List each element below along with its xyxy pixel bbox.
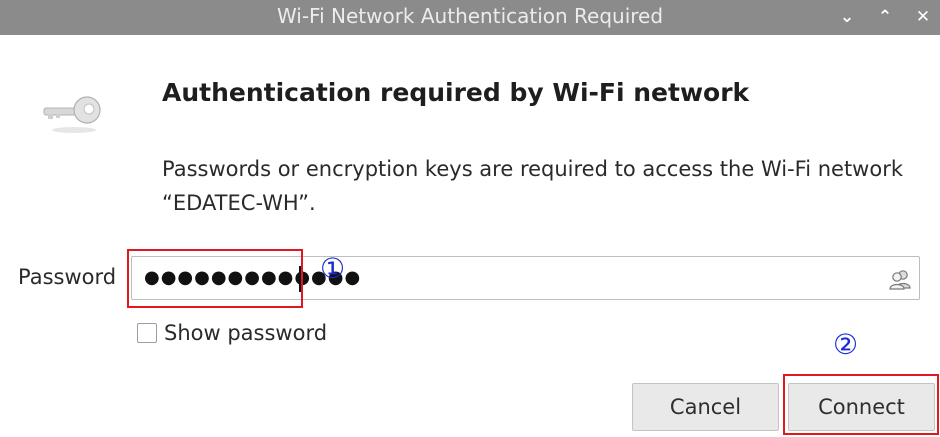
show-password-label: Show password (164, 321, 328, 345)
window-title: Wi-Fi Network Authentication Required (276, 4, 664, 28)
dialog-message: Passwords or encryption keys are require… (162, 157, 903, 215)
window-titlebar: Wi-Fi Network Authentication Required ⌄ … (0, 0, 940, 35)
annotation-step-one: ① (320, 252, 346, 285)
text-caret (299, 266, 301, 292)
minimize-button[interactable]: ⌄ (832, 0, 862, 35)
users-icon[interactable] (888, 267, 912, 291)
close-button[interactable]: ✕ (908, 0, 938, 35)
cancel-button[interactable]: Cancel (632, 383, 779, 431)
connect-button[interactable]: Connect (788, 383, 935, 431)
maximize-button[interactable]: ⌃ (870, 0, 900, 35)
password-label: Password (18, 265, 117, 289)
show-password-toggle[interactable]: Show password (137, 320, 327, 346)
show-password-checkbox[interactable] (137, 323, 157, 343)
dialog-heading: Authentication required by Wi-Fi network (162, 78, 750, 107)
password-input[interactable]: ●●●●●●●●●●●●● (131, 256, 920, 300)
annotation-step-two: ② (833, 328, 859, 361)
key-icon (43, 96, 101, 133)
